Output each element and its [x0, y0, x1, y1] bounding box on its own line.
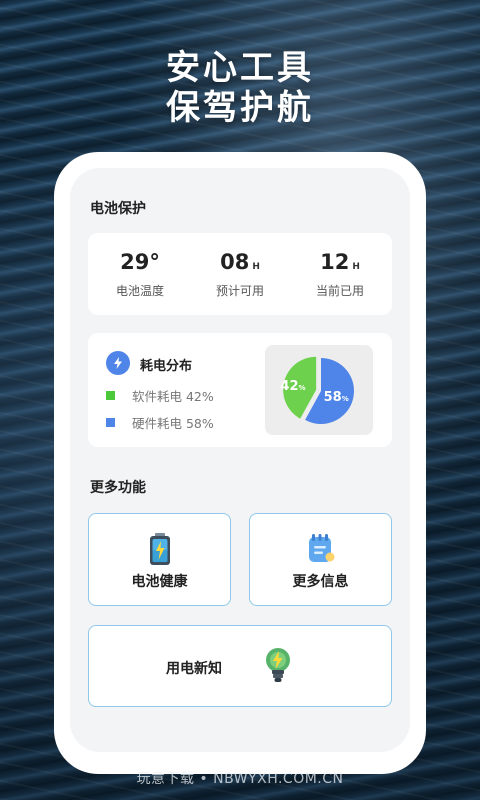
power-knowledge-button[interactable]: 用电新知 — [88, 625, 392, 707]
stat-temperature-label: 电池温度 — [115, 284, 164, 298]
watermark-text: 玩意下载 • NBWYXH.COM.CN — [136, 771, 344, 787]
more-info-label: 更多信息 — [292, 574, 349, 590]
stat-estimated-label: 预计可用 — [215, 284, 264, 298]
battery-health-button[interactable]: 电池健康 — [88, 513, 231, 606]
more-info-button[interactable]: 更多信息 — [249, 513, 392, 606]
hero-title-line2: 保驾护航 — [166, 88, 314, 128]
power-knowledge-label: 用电新知 — [166, 661, 222, 677]
stat-used: 12 H 当前已用 — [290, 250, 390, 299]
stat-used-unit: H — [352, 262, 360, 272]
pie-chart: 58%42% — [280, 356, 354, 424]
battery-health-label: 电池健康 — [131, 574, 188, 590]
lightning-icon — [106, 351, 130, 375]
power-distribution-card: 耗电分布 软件耗电 42% 硬件耗电 58% 58% 42% — [88, 333, 392, 447]
legend-hardware-swatch — [106, 418, 115, 427]
battery-protection-title: 电池保护 — [90, 201, 146, 217]
stat-estimated: 08 H 预计可用 — [190, 250, 290, 299]
more-features-title: 更多功能 — [90, 480, 146, 496]
phone-screen: 电池保护 29° 电池温度 08 H 预计可用 12 H 当前已用 耗电分布 软件耗… — [70, 168, 410, 752]
legend-hardware-label: 硬件耗电 58% — [132, 416, 214, 431]
stat-estimated-value: 08 — [220, 250, 250, 274]
stat-used-value: 12 — [320, 250, 350, 274]
stat-temperature: 29° 电池温度 — [90, 250, 190, 299]
legend-software: 软件耗电 42% — [106, 386, 214, 405]
distribution-title: 耗电分布 — [140, 359, 193, 374]
lightbulb-icon — [266, 648, 290, 682]
notepad-icon — [309, 534, 335, 562]
battery-icon — [150, 533, 170, 565]
pie-container: 58% 42% — [265, 345, 373, 435]
stat-used-label: 当前已用 — [315, 284, 364, 298]
battery-stats-card: 29° 电池温度 08 H 预计可用 12 H 当前已用 — [88, 233, 392, 315]
legend-hardware: 硬件耗电 58% — [106, 413, 214, 432]
legend-software-swatch — [106, 391, 115, 400]
stat-temperature-value: 29° — [120, 250, 160, 274]
legend-software-label: 软件耗电 42% — [132, 389, 214, 404]
stat-estimated-unit: H — [252, 262, 260, 272]
